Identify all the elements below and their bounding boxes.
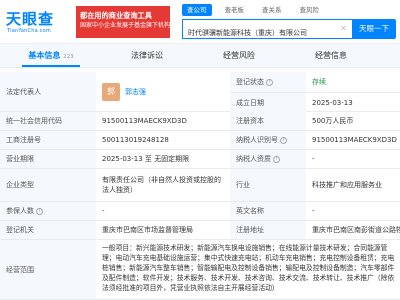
tab-boss[interactable]: 查老板 [220, 4, 250, 16]
logo-text: 天眼查 [6, 10, 55, 28]
reg-address-label: 注册地址 [230, 221, 306, 239]
scope-value: 一般项目：新兴能源技术研发；新能源汽车换电设施销售；在线能源计量技术研发；合同能… [102, 244, 395, 292]
search-type-tabs: 查公司 查老板 查关系 查风险 [182, 4, 332, 16]
table-row: 统一社会信用代码 91500113MAECK9XD3D 注册资本 500万人民币 [0, 112, 400, 131]
insured-label-text: 参保人数 [6, 207, 34, 215]
credit-code-value: 91500113MAECK9XD3D [102, 117, 187, 125]
reg-authority-label: 登记机关 [0, 221, 96, 239]
nav-risk[interactable]: 经营风险 [214, 44, 264, 68]
reg-authority-value: 重庆市巴南区市场监督管理局 [102, 226, 193, 234]
reg-status-label-text: 登记状态 [236, 78, 264, 86]
legal-rep-name[interactable]: 郭志强 [125, 87, 146, 97]
section-nav: 基本信息 223 法律诉讼 经营风险 经营信息 [0, 44, 400, 68]
help-icon[interactable]: ? [273, 155, 280, 163]
biz-reg-no-label: 工商注册号 [0, 131, 96, 149]
table-row: 营业期限 2025-03-13 至 无固定期限 纳税人资质? - [0, 150, 400, 169]
help-icon[interactable]: ? [280, 136, 287, 144]
clear-icon[interactable]: ✕ [339, 24, 348, 33]
reg-address-value: 重庆市巴南区南彭街道公路物 [312, 226, 400, 234]
taxpayer-qual-value: - [312, 155, 315, 163]
reg-status-value: 存续 [312, 78, 326, 86]
tab-relation[interactable]: 查关系 [257, 4, 287, 16]
nav-basic-info-label: 基本信息 [28, 51, 61, 60]
company-type-label: 企业类型 [0, 169, 96, 201]
search-box: ✕ [182, 19, 352, 42]
taxpayer-id-label-text: 纳税人识别号 [236, 136, 278, 144]
search-button[interactable]: 天眼一下 [352, 19, 396, 39]
nav-basic-info-count: 223 [63, 54, 74, 60]
help-icon[interactable]: ? [36, 207, 43, 215]
avatar: 郭 [102, 82, 120, 101]
logo-domain: TianYanCha.com [7, 28, 51, 34]
nav-operation[interactable]: 经营信息 [306, 44, 356, 68]
banner-line-2: 国家中小企业发展子基金旗下机构 [80, 22, 171, 29]
biz-reg-no-value: 500113019248128 [102, 136, 169, 144]
est-date-value: 2025-03-13 [306, 92, 400, 112]
insured-value: - [102, 207, 105, 215]
table-row: 法定代表人 郭 郭志强 登记状态? 存续 成立日期 2025-03-13 [0, 72, 400, 112]
search-input[interactable] [183, 24, 333, 42]
table-row: 参保人数? - 英文名称 - [0, 202, 400, 221]
table-row: 经营范围 一般项目：新兴能源技术研发；新能源汽车换电设施销售；在线能源计量技术研… [0, 240, 400, 300]
legal-rep-label: 法定代表人 [0, 72, 96, 111]
tianyancha-logo[interactable]: 天眼查 TianYanCha.com [6, 6, 72, 38]
promo-banner[interactable]: 都在用的商业查询工具 国家中小企业发展子基金旗下机构 [76, 6, 170, 38]
biz-term-label: 营业期限 [0, 150, 96, 168]
top-header: 天眼查 TianYanCha.com 都在用的商业查询工具 国家中小企业发展子基… [0, 0, 400, 44]
reg-status-label: 登记状态? [230, 72, 306, 92]
nav-operation-label: 经营信息 [315, 51, 347, 60]
nav-legal[interactable]: 法律诉讼 [122, 44, 172, 68]
english-name-value: - [312, 207, 315, 215]
table-row: 企业类型 有限责任公司（非自然人投资或控股的法人独资） 行业 科技推广和应用服务… [0, 169, 400, 202]
nav-active-indicator [22, 65, 80, 67]
scope-label: 经营范围 [0, 240, 96, 299]
biz-term-value: 2025-03-13 至 无固定期限 [102, 155, 190, 163]
nav-legal-label: 法律诉讼 [131, 51, 163, 60]
tab-company[interactable]: 查公司 [182, 4, 212, 16]
nav-risk-label: 经营风险 [223, 51, 255, 60]
taxpayer-qual-label-text: 纳税人资质 [236, 155, 271, 163]
search-area: 查公司 查老板 查关系 查风险 ✕ 天眼一下 [182, 4, 396, 42]
reg-capital-label: 注册资本 [230, 112, 306, 130]
legal-rep-cell: 郭 郭志强 [96, 72, 230, 111]
banner-line-1: 都在用的商业查询工具 [80, 11, 152, 20]
table-row: 工商注册号 500113019248128 纳税人识别号? 91500113MA… [0, 131, 400, 150]
reg-capital-value: 500万人民币 [312, 117, 354, 125]
insured-label: 参保人数? [0, 202, 96, 220]
tab-risk[interactable]: 查风险 [295, 4, 325, 16]
company-type-value: 有限责任公司（非自然人投资或控股的法人独资） [102, 176, 221, 194]
est-date-label: 成立日期 [230, 92, 306, 112]
industry-label: 行业 [230, 169, 306, 201]
taxpayer-id-value: 91500113MAECK9XD3D [312, 136, 397, 144]
industry-value: 科技推广和应用服务业 [312, 181, 382, 189]
taxpayer-qual-label: 纳税人资质? [230, 150, 306, 168]
table-row: 登记机关 重庆市巴南区市场监督管理局 注册地址 重庆市巴南区南彭街道公路物 [0, 221, 400, 240]
credit-code-label: 统一社会信用代码 [0, 112, 96, 130]
help-icon[interactable]: ? [266, 78, 273, 86]
taxpayer-id-label: 纳税人识别号? [230, 131, 306, 149]
english-name-label: 英文名称 [230, 202, 306, 220]
